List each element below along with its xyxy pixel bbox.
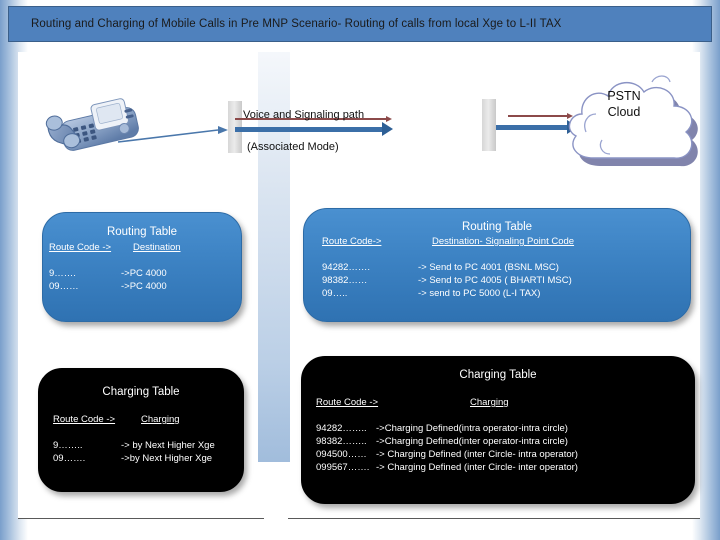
routing-table-right-title: Routing Table [461,221,533,233]
routing-table-left-header: Route Code -> Destination [43,242,241,253]
table-row: 9…….. -> by Next Higher Xge [53,439,243,452]
charging-table-left-header-col1: Route Code -> [53,414,116,425]
route-code-cell: 98382…….. [316,436,367,448]
destination-cell: -> Send to PC 4005 ( BHARTI MSC) [418,275,572,287]
charging-table-right-title: Charging Table [459,369,537,381]
destination-cell: ->PC 4000 [121,281,167,293]
slide-canvas: Routing and Charging of Mobile Calls in … [0,0,720,540]
route-code-cell: 9……. [49,268,76,279]
route-code-cell: 98382…… [322,275,368,287]
destination-cell: ->PC 4000 [121,268,167,279]
route-code-cell: 099567……. [316,462,370,474]
routing-table-right-header: Route Code-> Destination- Signaling Poin… [304,236,690,247]
associated-mode-label: (Associated Mode) [247,141,339,153]
charging-table-left-title: Charging Table [102,386,180,398]
phone-to-network-connector-arrow [118,126,228,143]
routing-table-left-header-col2: Destination [133,242,181,253]
destination-cell: -> Send to PC 4001 (BSNL MSC) [418,262,559,273]
charging-table-left-rows: 9…….. -> by Next Higher Xge 09……. ->by N… [39,439,243,465]
table-row: 094500…… -> Charging Defined (inter Circ… [316,448,694,461]
destination-cell: -> send to PC 5000 (L-I TAX) [418,288,541,300]
pstn-cloud-icon [568,75,698,167]
table-row: 09….. -> send to PC 5000 (L-I TAX) [322,287,690,300]
pstn-cloud-label: PSTN Cloud [588,89,660,120]
pstn-cloud-label-line1: PSTN [607,89,641,103]
table-row: 94282……. -> Send to PC 4001 (BSNL MSC) [322,261,690,274]
charging-cell: -> Charging Defined (inter Circle- intra… [376,449,578,461]
charging-table-left-header: Route Code -> Charging [39,414,243,425]
table-row: 94282…….. ->Charging Defined(intra opera… [316,422,694,435]
route-code-cell: 94282……. [322,262,371,273]
routing-table-left-title: Routing Table [106,226,178,238]
voice-signaling-path-label: Voice and Signaling path [243,109,365,121]
slide-title-bar: Routing and Charging of Mobile Calls in … [8,6,712,42]
routing-table-left-rows: 9……. ->PC 4000 09…… ->PC 4000 [43,267,241,293]
charging-table-left-header-col2: Charging [141,414,180,425]
charging-table-right: Charging Table Route Code -> Charging 94… [301,356,695,504]
route-code-cell: 094500…… [316,449,367,461]
charging-table-right-rows: 94282…….. ->Charging Defined(intra opera… [302,422,694,474]
route-code-cell: 09……. [53,453,86,465]
table-row: 98382…… -> Send to PC 4005 ( BHARTI MSC) [322,274,690,287]
table-row: 9……. ->PC 4000 [49,267,241,280]
route-code-cell: 94282…….. [316,423,367,434]
charging-cell: -> Charging Defined (inter Circle- inter… [376,462,578,474]
table-row: 09…… ->PC 4000 [49,280,241,293]
routing-table-right-rows: 94282……. -> Send to PC 4001 (BSNL MSC) 9… [304,261,690,300]
charging-table-right-header: Route Code -> Charging [302,397,694,408]
charging-cell: -> by Next Higher Xge [121,440,215,451]
charging-table-right-header-col2: Charging [470,397,509,408]
charging-cell: ->Charging Defined(intra operator-intra … [376,423,568,434]
routing-table-right: Routing Table Route Code-> Destination- … [303,208,691,322]
table-row: 98382…….. ->Charging Defined(inter opera… [316,435,694,448]
routing-table-left-header-col1: Route Code -> [49,242,112,253]
charging-cell: ->by Next Higher Xge [121,453,213,465]
charging-table-right-header-col1: Route Code -> [316,397,379,408]
route-code-cell: 9…….. [53,440,83,451]
route-code-cell: 09….. [322,288,348,300]
table-row: 099567……. -> Charging Defined (inter Cir… [316,461,694,474]
pstn-cloud-label-line2: Cloud [607,104,641,119]
voice-path-arrowhead-left [382,122,393,136]
voice-path-line-left [235,127,383,132]
routing-table-left: Routing Table Route Code -> Destination … [42,212,242,322]
routing-table-right-header-col2: Destination- Signaling Point Code [432,236,575,247]
charging-cell: ->Charging Defined(inter operator-intra … [376,436,568,448]
routing-table-right-header-col1: Route Code-> [322,236,382,247]
network-boundary-right [482,99,496,151]
page-title: Routing and Charging of Mobile Calls in … [31,18,562,30]
route-code-cell: 09…… [49,281,79,293]
table-row: 09……. ->by Next Higher Xge [53,452,243,465]
charging-table-left: Charging Table Route Code -> Charging 9…… [38,368,244,492]
